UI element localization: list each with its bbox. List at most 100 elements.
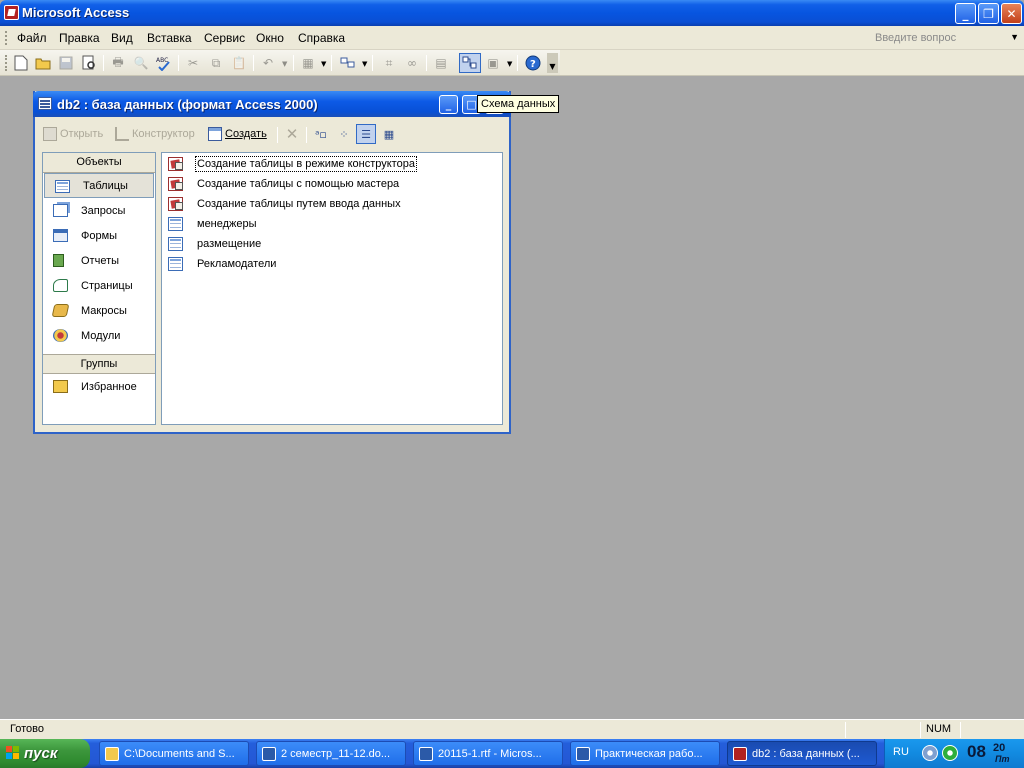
db-toolbar-separator: [277, 127, 278, 143]
help-icon[interactable]: ?: [524, 54, 542, 72]
clock-minute[interactable]: 20: [993, 742, 1005, 754]
object-pages[interactable]: Страницы: [43, 273, 155, 298]
svg-text:ABC: ABC: [156, 57, 168, 64]
menu-insert[interactable]: Вставка: [147, 31, 192, 45]
object-forms[interactable]: Формы: [43, 223, 155, 248]
copy-icon[interactable]: ⧉: [207, 54, 225, 72]
details-view-icon[interactable]: ▦: [379, 124, 399, 144]
taskbar: пуск C:\Documents and S... 2 семестр_11-…: [0, 739, 1024, 768]
windows-logo-icon: [6, 746, 20, 760]
page-icon: [53, 279, 68, 292]
db-minimize-button[interactable]: _: [439, 95, 458, 114]
toolbar-grip[interactable]: [5, 55, 8, 71]
list-item-table[interactable]: размещение: [168, 235, 262, 253]
clock-day[interactable]: Пт: [995, 754, 1009, 764]
objects-header[interactable]: Объекты: [43, 153, 155, 173]
wizard-icon: [168, 157, 183, 171]
access-app-icon[interactable]: [4, 5, 19, 20]
database-window-icon[interactable]: [38, 97, 52, 110]
menu-help[interactable]: Справка: [298, 31, 345, 45]
status-bar: Готово NUM: [0, 719, 1024, 739]
object-macros[interactable]: Макросы: [43, 298, 155, 323]
close-button[interactable]: ✕: [1001, 3, 1022, 24]
open-folder-icon[interactable]: [34, 54, 52, 72]
spelling-icon[interactable]: ABC: [155, 54, 173, 72]
properties-icon[interactable]: ▤: [432, 54, 450, 72]
object-tables[interactable]: Таблицы: [44, 173, 154, 198]
delete-icon[interactable]: ✕: [282, 124, 302, 144]
toolbar-separator: [178, 55, 179, 71]
minimize-button[interactable]: _: [955, 3, 976, 24]
new-object-icon[interactable]: ▣: [484, 54, 502, 72]
list-item-create-wizard[interactable]: Создание таблицы с помощью мастера: [168, 175, 400, 193]
object-reports[interactable]: Отчеты: [43, 248, 155, 273]
folder-icon: [105, 747, 119, 761]
undo-dropdown-icon[interactable]: ▼: [282, 60, 287, 68]
office-links-icon[interactable]: ▦: [299, 54, 317, 72]
menu-file[interactable]: Файл: [17, 31, 47, 45]
table-icon: [168, 217, 183, 231]
relationships-tooltip: Схема данных: [477, 95, 560, 113]
relationships-icon[interactable]: [461, 54, 479, 72]
list-view-icon[interactable]: ☰: [356, 124, 376, 144]
language-indicator[interactable]: RU: [893, 746, 909, 758]
code-icon[interactable]: ⌗: [380, 54, 398, 72]
objects-list: Создание таблицы в режиме конструктора С…: [161, 152, 503, 425]
toolbar-options-icon[interactable]: ▼: [547, 53, 558, 73]
task-word-practical[interactable]: Практическая рабо...: [570, 741, 720, 766]
list-item-label: Создание таблицы в режиме конструктора: [195, 156, 417, 172]
office-links-dropdown-icon[interactable]: ▼: [321, 60, 326, 68]
script-editor-icon[interactable]: ∞: [403, 54, 421, 72]
analyze-icon[interactable]: [339, 54, 357, 72]
object-modules[interactable]: Модули: [43, 323, 155, 348]
list-item-create-design[interactable]: Создание таблицы в режиме конструктора: [168, 155, 417, 173]
new-object-dropdown-icon[interactable]: ▼: [507, 60, 512, 68]
small-icons-view-icon[interactable]: ⁘: [334, 124, 354, 144]
undo-icon[interactable]: ↶: [259, 54, 277, 72]
ask-question-box[interactable]: Введите вопрос ▼: [872, 30, 1022, 47]
open-button[interactable]: Открыть: [43, 125, 103, 143]
toolbar-empty-area: [560, 50, 1024, 76]
print-icon[interactable]: 🖶: [109, 54, 127, 72]
list-item-create-datasheet[interactable]: Создание таблицы путем ввода данных: [168, 195, 402, 213]
analyze-dropdown-icon[interactable]: ▼: [362, 60, 367, 68]
list-item-table[interactable]: менеджеры: [168, 215, 258, 233]
status-text: Готово: [10, 723, 44, 735]
menu-view[interactable]: Вид: [111, 31, 133, 45]
cut-icon[interactable]: ✂: [184, 54, 202, 72]
database-window-toolbar: Открыть Конструктор Создать ✕ ᵃ▫ ⁘ ☰ ▦: [35, 121, 509, 145]
clock-hour[interactable]: 08: [967, 742, 986, 762]
ask-dropdown-icon[interactable]: ▼: [1010, 32, 1019, 42]
wizard-icon: [168, 177, 183, 191]
tray-app-icon[interactable]: [942, 745, 958, 761]
db-toolbar-separator: [306, 127, 307, 143]
list-item-table[interactable]: Рекламодатели: [168, 255, 277, 273]
object-queries[interactable]: Запросы: [43, 198, 155, 223]
group-favorites[interactable]: Избранное: [43, 374, 155, 399]
start-button[interactable]: пуск: [0, 739, 90, 768]
create-button[interactable]: Создать: [208, 125, 267, 143]
save-icon[interactable]: [57, 54, 75, 72]
design-button[interactable]: Конструктор: [115, 125, 195, 143]
task-explorer[interactable]: C:\Documents and S...: [99, 741, 249, 766]
start-label: пуск: [24, 745, 58, 762]
menu-grip[interactable]: [5, 31, 8, 45]
task-word-rtf[interactable]: 20115-1.rtf - Micros...: [413, 741, 563, 766]
task-word-doc[interactable]: 2 семестр_11-12.do...: [256, 741, 406, 766]
tray-expand-icon[interactable]: [922, 745, 938, 761]
restore-button[interactable]: ❐: [978, 3, 999, 24]
task-label: 2 семестр_11-12.do...: [281, 747, 391, 760]
menu-tools[interactable]: Сервис: [204, 31, 245, 45]
app-title-bar[interactable]: Microsoft Access _ ❐ ✕: [0, 0, 1024, 26]
menu-window[interactable]: Окно: [256, 31, 284, 45]
groups-header[interactable]: Группы: [43, 354, 155, 374]
large-icons-view-icon[interactable]: ᵃ▫: [311, 124, 331, 144]
status-separator: [845, 722, 846, 738]
database-window-title-bar[interactable]: db2 : база данных (формат Access 2000) _…: [33, 91, 511, 117]
task-access-db[interactable]: db2 : база данных (...: [727, 741, 877, 766]
print-preview-icon[interactable]: 🔍: [132, 54, 150, 72]
paste-icon[interactable]: 📋: [230, 54, 248, 72]
file-search-icon[interactable]: [80, 54, 98, 72]
new-file-icon[interactable]: [12, 54, 30, 72]
menu-edit[interactable]: Правка: [59, 31, 100, 45]
